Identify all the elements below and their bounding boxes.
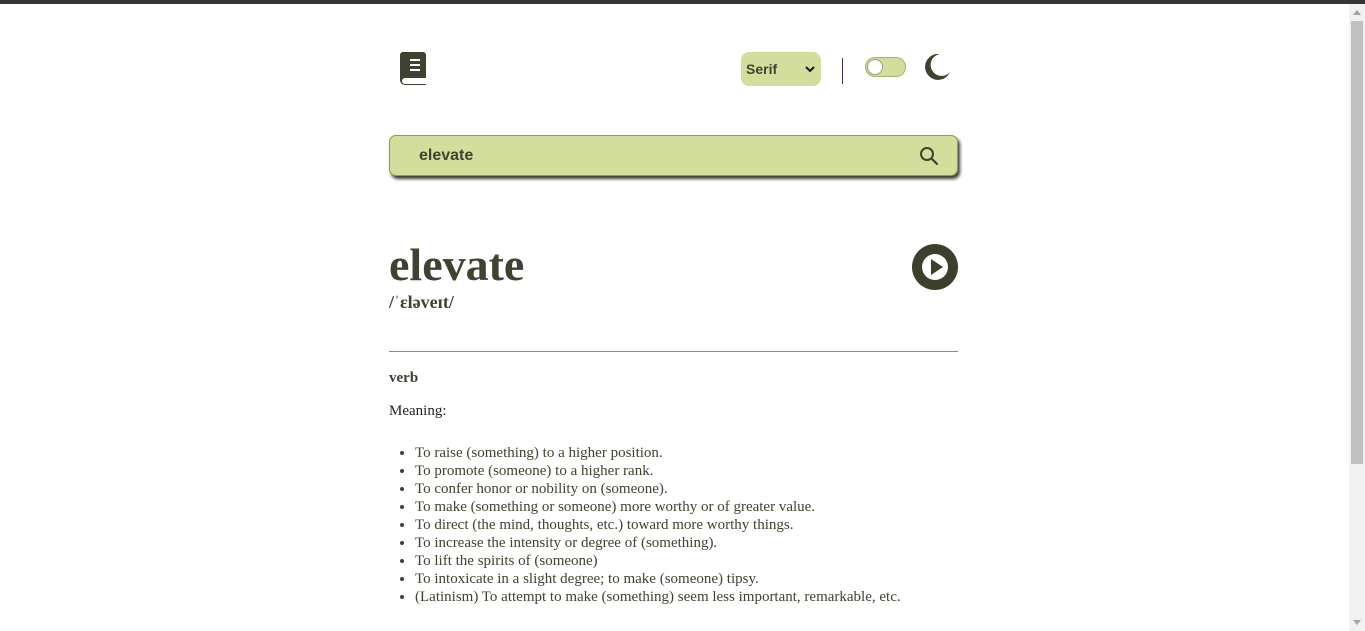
definitions-list: To raise (something) to a higher positio… (389, 444, 975, 606)
search-bar (389, 135, 958, 176)
definition-item: To promote (someone) to a higher rank. (415, 462, 975, 480)
header-divider (842, 58, 843, 84)
chevron-down-icon (805, 66, 815, 73)
search-input[interactable] (419, 144, 899, 168)
definition-item: To increase the intensity or degree of (… (415, 534, 975, 552)
definition-item: To raise (something) to a higher positio… (415, 444, 975, 462)
theme-toggle[interactable] (865, 57, 906, 77)
scroll-down-arrow-icon[interactable] (1353, 620, 1361, 625)
scrollbar-thumb[interactable] (1351, 21, 1363, 464)
moon-icon[interactable] (923, 53, 951, 81)
definition-item: To make (something or someone) more wort… (415, 498, 975, 516)
font-select[interactable]: Serif (741, 52, 821, 86)
font-select-value: Serif (746, 61, 778, 77)
section-divider (389, 351, 958, 352)
definition-item: (Latinism) To attempt to make (something… (415, 588, 975, 606)
search-icon[interactable] (919, 146, 939, 166)
scroll-up-arrow-icon[interactable] (1353, 10, 1361, 15)
play-icon (922, 254, 948, 280)
page-scrollbar[interactable] (1349, 4, 1365, 631)
phonetic-text: /ˈɛləveɪt/ (389, 292, 454, 312)
play-audio-button[interactable] (912, 244, 958, 290)
definition-item: To direct (the mind, thoughts, etc.) tow… (415, 516, 975, 534)
book-icon[interactable] (399, 51, 427, 85)
page-viewport: Serif elevate /ˈɛləveɪt/ (0, 4, 1349, 631)
definition-item: To lift the spirits of (someone) (415, 552, 975, 570)
part-of-speech: verb (389, 370, 419, 386)
definition-item: To intoxicate in a slight degree; to mak… (415, 570, 975, 588)
word-title: elevate (389, 239, 525, 290)
toggle-knob (868, 60, 882, 74)
definition-item: To confer honor or nobility on (someone)… (415, 480, 975, 498)
meaning-label: Meaning: (389, 403, 447, 419)
